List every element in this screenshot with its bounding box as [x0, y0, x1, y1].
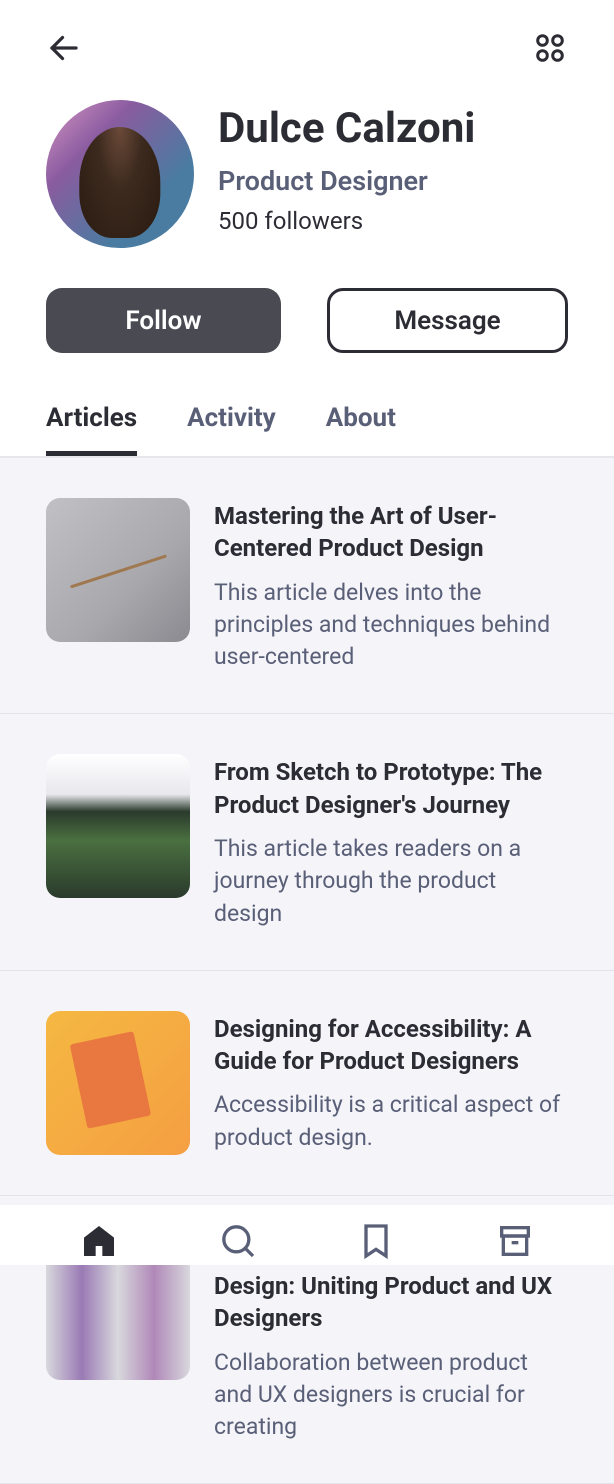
avatar[interactable] [46, 100, 194, 248]
article-desc: This article takes readers on a journey … [214, 833, 568, 930]
article-text: From Sketch to Prototype: The Product De… [214, 754, 568, 929]
profile-info: Dulce Calzoni Product Designer 500 follo… [218, 100, 475, 248]
articles-list: Mastering the Art of User-Centered Produ… [0, 458, 614, 1484]
article-title: Designing for Accessibility: A Guide for… [214, 1013, 568, 1078]
article-item[interactable]: From Sketch to Prototype: The Product De… [0, 714, 614, 970]
article-text: Mastering the Art of User-Centered Produ… [214, 498, 568, 673]
article-thumbnail [46, 498, 190, 642]
article-thumbnail [46, 1011, 190, 1155]
tab-articles[interactable]: Articles [46, 403, 137, 456]
article-title: From Sketch to Prototype: The Product De… [214, 756, 568, 821]
profile-name: Dulce Calzoni [218, 104, 475, 153]
profile-section: Dulce Calzoni Product Designer 500 follo… [0, 90, 614, 248]
back-icon[interactable] [46, 30, 82, 70]
header [0, 0, 614, 90]
action-buttons: Follow Message [0, 248, 614, 383]
article-title: Mastering the Art of User-Centered Produ… [214, 500, 568, 565]
message-button[interactable]: Message [327, 288, 568, 353]
article-text: The Power of Collaborative Design: Uniti… [214, 1236, 568, 1444]
tab-activity[interactable]: Activity [187, 403, 276, 456]
article-desc: Accessibility is a critical aspect of pr… [214, 1089, 568, 1153]
search-icon[interactable] [218, 1221, 258, 1265]
article-desc: Collaboration between product and UX des… [214, 1347, 568, 1444]
profile-followers: 500 followers [218, 207, 475, 235]
archive-icon[interactable] [495, 1221, 535, 1265]
bookmark-icon[interactable] [356, 1221, 396, 1265]
article-text: Designing for Accessibility: A Guide for… [214, 1011, 568, 1155]
profile-role: Product Designer [218, 165, 475, 197]
article-desc: This article delves into the principles … [214, 577, 568, 674]
grid-circles-icon[interactable] [532, 30, 568, 70]
follow-button[interactable]: Follow [46, 288, 281, 353]
tabs: Articles Activity About [0, 383, 614, 458]
bottom-nav [0, 1205, 614, 1265]
article-item[interactable]: Designing for Accessibility: A Guide for… [0, 971, 614, 1196]
article-item[interactable]: Mastering the Art of User-Centered Produ… [0, 458, 614, 714]
tab-about[interactable]: About [326, 403, 396, 456]
home-icon[interactable] [79, 1221, 119, 1265]
article-thumbnail [46, 754, 190, 898]
